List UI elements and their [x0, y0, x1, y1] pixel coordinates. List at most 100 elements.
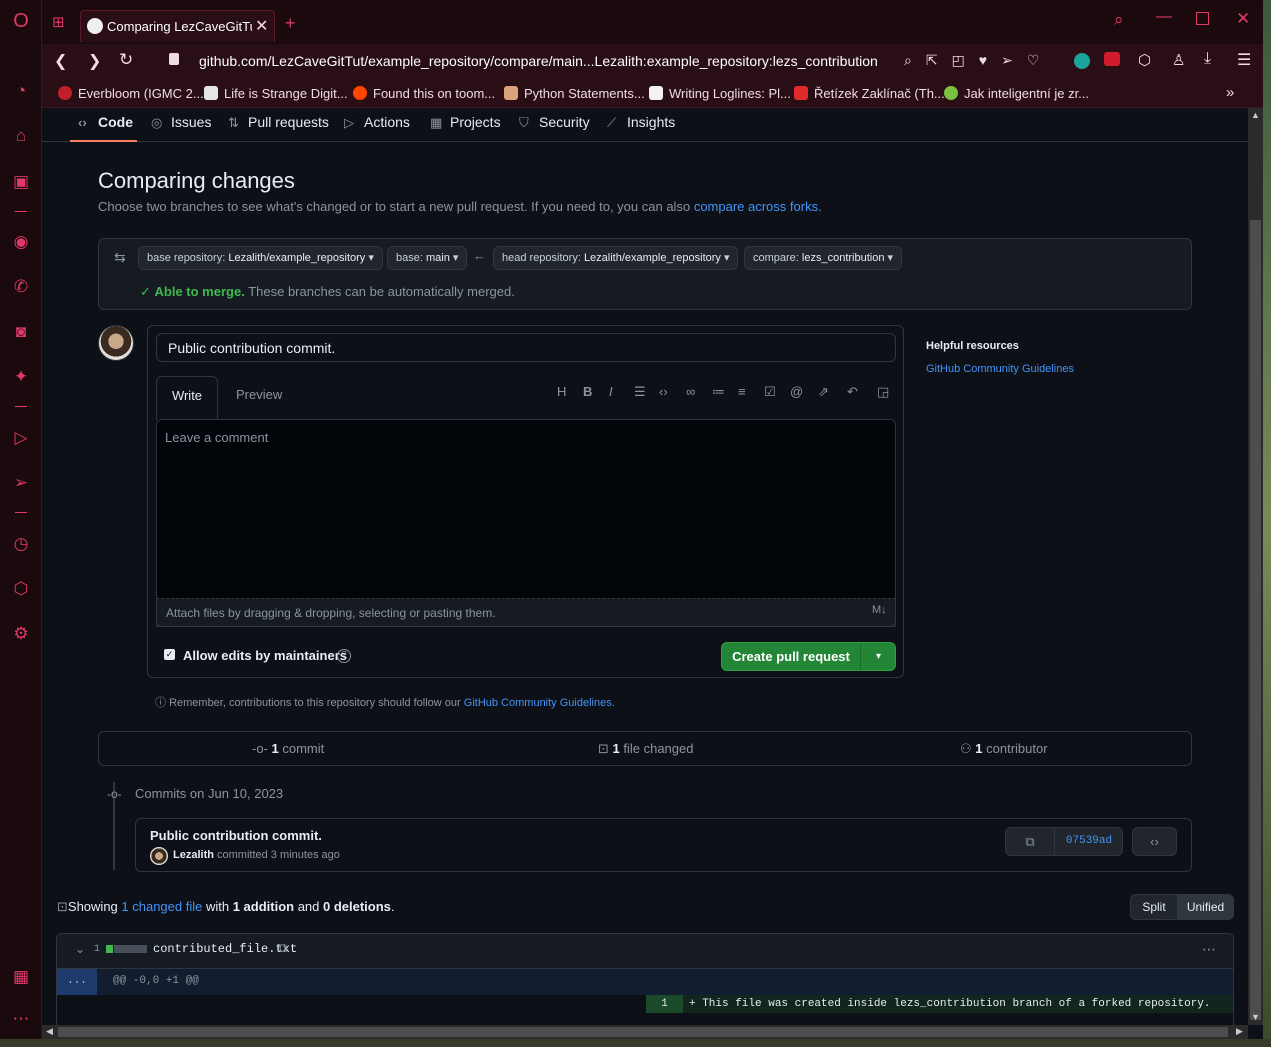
- youtube-ext-icon[interactable]: [1104, 52, 1120, 66]
- heading-icon[interactable]: H: [557, 384, 566, 399]
- send-icon[interactable]: ➢: [10, 472, 32, 494]
- unordered-list-icon[interactable]: ≔: [712, 384, 725, 400]
- profile-icon[interactable]: ♙: [1172, 51, 1185, 69]
- italic-icon[interactable]: I: [609, 384, 613, 399]
- download-icon[interactable]: ⤓: [1204, 50, 1211, 68]
- tab-islands-icon[interactable]: ⊞: [52, 13, 65, 31]
- allow-edits-checkbox[interactable]: ✓: [164, 649, 175, 660]
- tab-security[interactable]: ⛉ Security: [519, 114, 590, 136]
- guidelines-link[interactable]: GitHub Community Guidelines.: [464, 697, 615, 709]
- scrollbar-thumb[interactable]: [1250, 220, 1261, 1020]
- opera-logo-icon[interactable]: O: [10, 10, 32, 32]
- cross-reference-icon[interactable]: ⇗: [818, 384, 829, 400]
- extensions-icon[interactable]: ⬡: [10, 578, 32, 600]
- browse-files-icon[interactable]: ‹›: [1132, 827, 1177, 856]
- more-icon[interactable]: ⋯: [10, 1008, 32, 1030]
- vertical-scrollbar[interactable]: ▲ ▼: [1248, 108, 1263, 1025]
- minimize-icon[interactable]: —: [1156, 8, 1172, 26]
- close-window-icon[interactable]: ✕: [1236, 9, 1250, 29]
- compare-across-forks-link[interactable]: compare across forks.: [694, 199, 822, 214]
- address-bar-actions-icon[interactable]: ⌕⇱◰♥➢♡: [904, 52, 1053, 69]
- maximize-icon[interactable]: [1196, 12, 1209, 25]
- create-pull-request-button[interactable]: Create pull request: [722, 643, 860, 670]
- twitter-icon[interactable]: ✦: [10, 366, 32, 388]
- tab-issues[interactable]: ◎ Issues: [151, 114, 211, 136]
- tab-pull-requests[interactable]: ⇅ Pull requests: [228, 114, 329, 136]
- link-icon[interactable]: ∞: [686, 384, 695, 399]
- extensions-cube-icon[interactable]: ⬡: [1138, 51, 1151, 69]
- tab-projects[interactable]: ▦ Projects: [430, 114, 501, 136]
- head-repository-select[interactable]: head repository: Lezalith/example_reposi…: [493, 246, 739, 270]
- workspace-icon[interactable]: ⌂: [10, 125, 32, 147]
- chevron-down-icon[interactable]: ⌄: [75, 942, 85, 956]
- new-tab-icon[interactable]: +: [285, 13, 296, 34]
- easy-setup-icon[interactable]: ☰: [1237, 50, 1251, 70]
- split-button[interactable]: Split: [1131, 895, 1177, 919]
- more-bookmarks-icon[interactable]: »: [1226, 84, 1234, 102]
- contributors-count[interactable]: ⚇ 1 contributor: [960, 741, 1048, 757]
- speed-dial-icon[interactable]: ◔: [10, 80, 32, 102]
- bookmark-item[interactable]: Writing Loglines: Pl...: [649, 86, 791, 104]
- tab-actions[interactable]: ▷ Actions: [344, 114, 410, 136]
- commits-count[interactable]: -o- 1 commit: [252, 741, 324, 756]
- quote-icon[interactable]: ☰: [634, 384, 646, 400]
- bookmark-item[interactable]: Everbloom (IGMC 2...: [58, 86, 204, 104]
- commit-message[interactable]: Public contribution commit.: [150, 828, 322, 843]
- tab-preview[interactable]: Preview: [236, 387, 282, 402]
- avatar[interactable]: [98, 325, 134, 361]
- player-icon[interactable]: ▷: [10, 427, 32, 449]
- ordered-list-icon[interactable]: ≡: [738, 384, 746, 399]
- expand-hunk-button[interactable]: ...: [57, 969, 97, 995]
- reply-icon[interactable]: ↶: [847, 384, 858, 400]
- base-branch-select[interactable]: base: main ▾: [387, 246, 468, 270]
- horizontal-scrollbar[interactable]: ◀ ▶: [42, 1025, 1248, 1039]
- unified-button[interactable]: Unified: [1177, 895, 1234, 919]
- markdown-icon[interactable]: M↓: [872, 604, 887, 616]
- tab-insights[interactable]: ⟋ Insights: [607, 114, 675, 136]
- messenger-icon[interactable]: ◉: [10, 231, 32, 253]
- copy-icon[interactable]: ⧉: [1006, 828, 1054, 855]
- search-tabs-icon[interactable]: ⌕: [1114, 10, 1124, 30]
- commit-author[interactable]: Lezalith: [173, 849, 214, 861]
- reload-icon[interactable]: ↻: [119, 50, 133, 70]
- helpful-guidelines-link[interactable]: GitHub Community Guidelines: [926, 363, 1074, 375]
- instagram-icon[interactable]: ◙: [10, 321, 32, 343]
- help-icon[interactable]: ?: [337, 649, 351, 663]
- base-repository-select[interactable]: base repository: Lezalith/example_reposi…: [138, 246, 383, 270]
- line-number[interactable]: 1: [646, 995, 683, 1013]
- task-list-icon[interactable]: ☑: [764, 384, 776, 400]
- back-icon[interactable]: ❮: [54, 51, 67, 71]
- bookmark-item[interactable]: Jak inteligentní je zr...: [944, 86, 1089, 104]
- copy-path-icon[interactable]: ⧉: [278, 940, 287, 956]
- fullscreen-icon[interactable]: ◲: [877, 384, 889, 400]
- pr-title-input[interactable]: Public contribution commit.: [156, 333, 896, 362]
- chevron-down-icon[interactable]: ▾: [861, 643, 896, 670]
- close-tab-icon[interactable]: ✕: [255, 16, 268, 36]
- changed-files-link[interactable]: 1 changed file: [121, 899, 202, 914]
- tab-active[interactable]: Comparing LezCaveGitTut/ ✕: [80, 10, 275, 42]
- ai-chip-icon[interactable]: ▣: [10, 171, 32, 193]
- commit-sha-link[interactable]: 07539ad: [1055, 828, 1123, 855]
- code-icon[interactable]: ‹›: [659, 384, 668, 399]
- whatsapp-icon[interactable]: ✆: [10, 276, 32, 298]
- tab-code[interactable]: ‹› Code: [78, 114, 133, 136]
- history-icon[interactable]: ◷: [10, 533, 32, 555]
- vpn-icon[interactable]: [1074, 53, 1090, 69]
- commit-author-avatar[interactable]: [150, 847, 168, 865]
- gallery-icon[interactable]: ▦: [10, 966, 32, 988]
- mention-icon[interactable]: @: [790, 384, 803, 399]
- url-field[interactable]: github.com/LezCaveGitTut/example_reposit…: [199, 53, 878, 69]
- bookmark-item[interactable]: Life is Strange Digit...: [204, 86, 348, 104]
- bold-icon[interactable]: B: [583, 384, 592, 399]
- bookmark-item[interactable]: Řetízek Zaklínač (Th...: [794, 86, 945, 104]
- files-changed-count[interactable]: ⊡ 1 file changed: [598, 741, 693, 757]
- forward-icon[interactable]: ❯: [88, 51, 101, 71]
- bookmark-item[interactable]: Python Statements...: [504, 86, 645, 104]
- compare-branch-select[interactable]: compare: lezs_contribution ▾: [744, 246, 903, 270]
- comment-textarea[interactable]: [156, 419, 896, 627]
- settings-gear-icon[interactable]: ⚙: [10, 623, 32, 645]
- file-name[interactable]: contributed_file.txt: [153, 942, 297, 956]
- bookmark-item[interactable]: Found this on toom...: [353, 86, 495, 104]
- tab-write[interactable]: Write: [156, 376, 218, 420]
- scrollbar-thumb[interactable]: [58, 1027, 1228, 1037]
